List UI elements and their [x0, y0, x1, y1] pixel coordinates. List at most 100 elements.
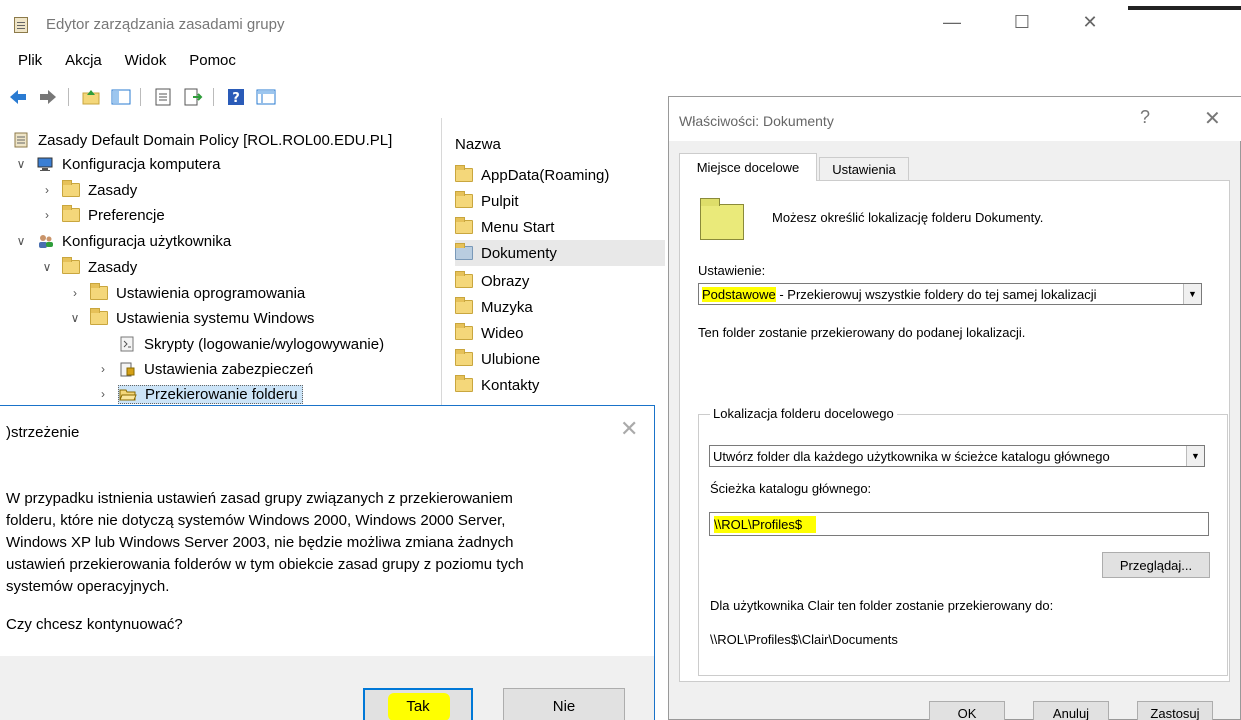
warning-message: W przypadku istnienia ustawień zasad gru…	[6, 490, 524, 595]
security-settings-icon	[120, 362, 135, 377]
tree-item-label: Ustawienia systemu Windows	[116, 309, 315, 327]
cancel-button[interactable]: Anuluj	[1033, 701, 1109, 720]
folder-icon	[455, 191, 473, 208]
chevron-down-icon[interactable]: ∨	[14, 157, 28, 171]
chevron-right-icon[interactable]: ›	[40, 208, 54, 222]
warning-dialog: )strzeżenie ✕ W przypadku istnienia usta…	[0, 405, 655, 720]
maximize-button[interactable]: ☐	[1010, 12, 1034, 33]
list-item-label: Dokumenty	[481, 244, 557, 262]
window-title: Edytor zarządzania zasadami grupy	[46, 16, 285, 33]
tree-item-label: Ustawienia zabezpieczeń	[144, 360, 314, 378]
minimize-button[interactable]: —	[940, 12, 964, 33]
root-path-label: Ścieżka katalogu głównego:	[710, 481, 872, 496]
toolbar: ?	[8, 88, 282, 110]
location-value: Utwórz folder dla każdego użytkownika w …	[713, 448, 1110, 464]
chevron-right-icon[interactable]: ›	[96, 387, 110, 401]
tab-settings[interactable]: Ustawienia	[819, 157, 909, 182]
tree-item-computer-preferences[interactable]: › Preferencje	[40, 203, 165, 227]
forward-arrow-icon[interactable]	[38, 88, 58, 106]
pane-divider[interactable]	[441, 118, 442, 410]
dialog-title-bar: Właściwości: Dokumenty ? ✕	[669, 97, 1241, 141]
help-icon[interactable]: ?	[226, 88, 246, 106]
column-header-name[interactable]: Nazwa	[455, 136, 501, 153]
tree-item-root[interactable]: Zasady Default Domain Policy [ROL.ROL00.…	[12, 128, 392, 152]
yes-button[interactable]: Tak	[363, 688, 473, 720]
list-item[interactable]: Pulpit	[455, 188, 665, 214]
folder-icon	[62, 257, 80, 274]
list-item[interactable]: Menu Start	[455, 214, 665, 240]
ok-button[interactable]: OK	[929, 701, 1005, 720]
list-item[interactable]: Wideo	[455, 320, 665, 346]
chevron-right-icon[interactable]: ›	[40, 183, 54, 197]
script-icon	[120, 336, 134, 352]
up-folder-icon[interactable]	[81, 88, 101, 106]
filter-view-icon[interactable]	[256, 88, 276, 106]
menu-akcja[interactable]: Akcja	[65, 52, 102, 69]
tree-item-computer-config[interactable]: ∨ Konfiguracja komputera	[14, 152, 221, 176]
tree-item-label: Preferencje	[88, 206, 165, 224]
tree-item-folder-redirection[interactable]: › Przekierowanie folderu	[96, 382, 303, 406]
root-path-input[interactable]: \\ROL\Profiles$	[709, 512, 1209, 536]
no-button[interactable]: Nie	[503, 688, 625, 720]
list-item[interactable]: Obrazy	[455, 268, 665, 294]
folder-icon	[455, 217, 473, 234]
dialog-title: )strzeżenie	[6, 424, 80, 441]
list-item-label: Muzyka	[481, 298, 533, 316]
tree-item-software-settings[interactable]: › Ustawienia oprogramowania	[68, 281, 305, 305]
chevron-right-icon[interactable]: ›	[96, 362, 110, 376]
tree-item-user-config[interactable]: ∨ Konfiguracja użytkownika	[14, 229, 232, 253]
apply-button[interactable]: Zastosuj	[1137, 701, 1213, 720]
browse-button[interactable]: Przeglądaj...	[1102, 552, 1210, 578]
tree-item-user-policies[interactable]: ∨ Zasady	[40, 255, 137, 279]
folder-icon	[455, 271, 473, 288]
list-item-selected[interactable]: Dokumenty	[455, 240, 665, 266]
toolbar-separator	[213, 88, 215, 107]
export-list-icon[interactable]	[183, 88, 203, 106]
menu-bar: Plik Akcja Widok Pomoc	[0, 52, 236, 78]
close-icon[interactable]: ✕	[620, 416, 638, 442]
list-item-label: Pulpit	[481, 192, 519, 210]
list-item-label: Kontakty	[481, 376, 540, 394]
group-label: Lokalizacja folderu docelowego	[710, 406, 897, 421]
tab-target[interactable]: Miejsce docelowe	[679, 153, 817, 181]
toolbar-separator	[140, 88, 142, 107]
users-icon	[39, 235, 53, 248]
tree-item-computer-policies[interactable]: › Zasady	[40, 178, 137, 202]
redirect-note: Dla użytkownika Clair ten folder zostani…	[710, 598, 1054, 613]
properties-icon[interactable]	[153, 88, 173, 106]
chevron-right-icon[interactable]: ›	[68, 286, 82, 300]
tree-item-label: Zasady Default Domain Policy [ROL.ROL00.…	[38, 131, 393, 149]
close-button[interactable]: ✕	[1078, 12, 1102, 33]
chevron-down-icon[interactable]: ∨	[14, 234, 28, 248]
tree-item-label: Konfiguracja użytkownika	[62, 232, 232, 250]
chevron-down-icon[interactable]: ∨	[40, 260, 54, 274]
dropdown-arrow-icon[interactable]: ▼	[1186, 446, 1204, 466]
dropdown-arrow-icon[interactable]: ▼	[1183, 284, 1201, 304]
root-path-value: \\ROL\Profiles$	[714, 515, 817, 533]
location-select[interactable]: Utwórz folder dla każdego użytkownika w …	[709, 445, 1205, 467]
tree-item-windows-settings[interactable]: ∨ Ustawienia systemu Windows	[68, 306, 314, 330]
chevron-down-icon[interactable]: ∨	[68, 311, 82, 325]
tree-item-security[interactable]: › Ustawienia zabezpieczeń	[96, 357, 313, 381]
list-item[interactable]: AppData(Roaming)	[455, 162, 665, 188]
help-button[interactable]: ?	[1140, 107, 1150, 128]
tree-selection: Przekierowanie folderu	[118, 384, 303, 404]
open-folder-icon	[119, 389, 137, 401]
list-item[interactable]: Ulubione	[455, 346, 665, 372]
redirect-path: \\ROL\Profiles$\Clair\Documents	[710, 632, 898, 647]
list-item-label: Menu Start	[481, 218, 555, 236]
list-item[interactable]: Kontakty	[455, 372, 665, 398]
list-item[interactable]: Muzyka	[455, 294, 665, 320]
background-window-titlebar	[1120, 6, 1241, 10]
tree-item-label: Ustawienia oprogramowania	[116, 284, 306, 302]
show-hide-tree-icon[interactable]	[111, 88, 131, 106]
menu-widok[interactable]: Widok	[125, 52, 167, 69]
folder-icon	[455, 349, 473, 366]
close-button[interactable]: ✕	[1204, 106, 1221, 131]
menu-plik[interactable]: Plik	[18, 52, 42, 69]
tree-item-scripts[interactable]: Skrypty (logowanie/wylogowywanie)	[118, 332, 384, 356]
back-arrow-icon[interactable]	[8, 88, 28, 106]
menu-pomoc[interactable]: Pomoc	[189, 52, 236, 69]
list-item-label: Wideo	[481, 324, 524, 342]
setting-select[interactable]: Podstawowe - Przekierowuj wszystkie fold…	[698, 283, 1202, 305]
